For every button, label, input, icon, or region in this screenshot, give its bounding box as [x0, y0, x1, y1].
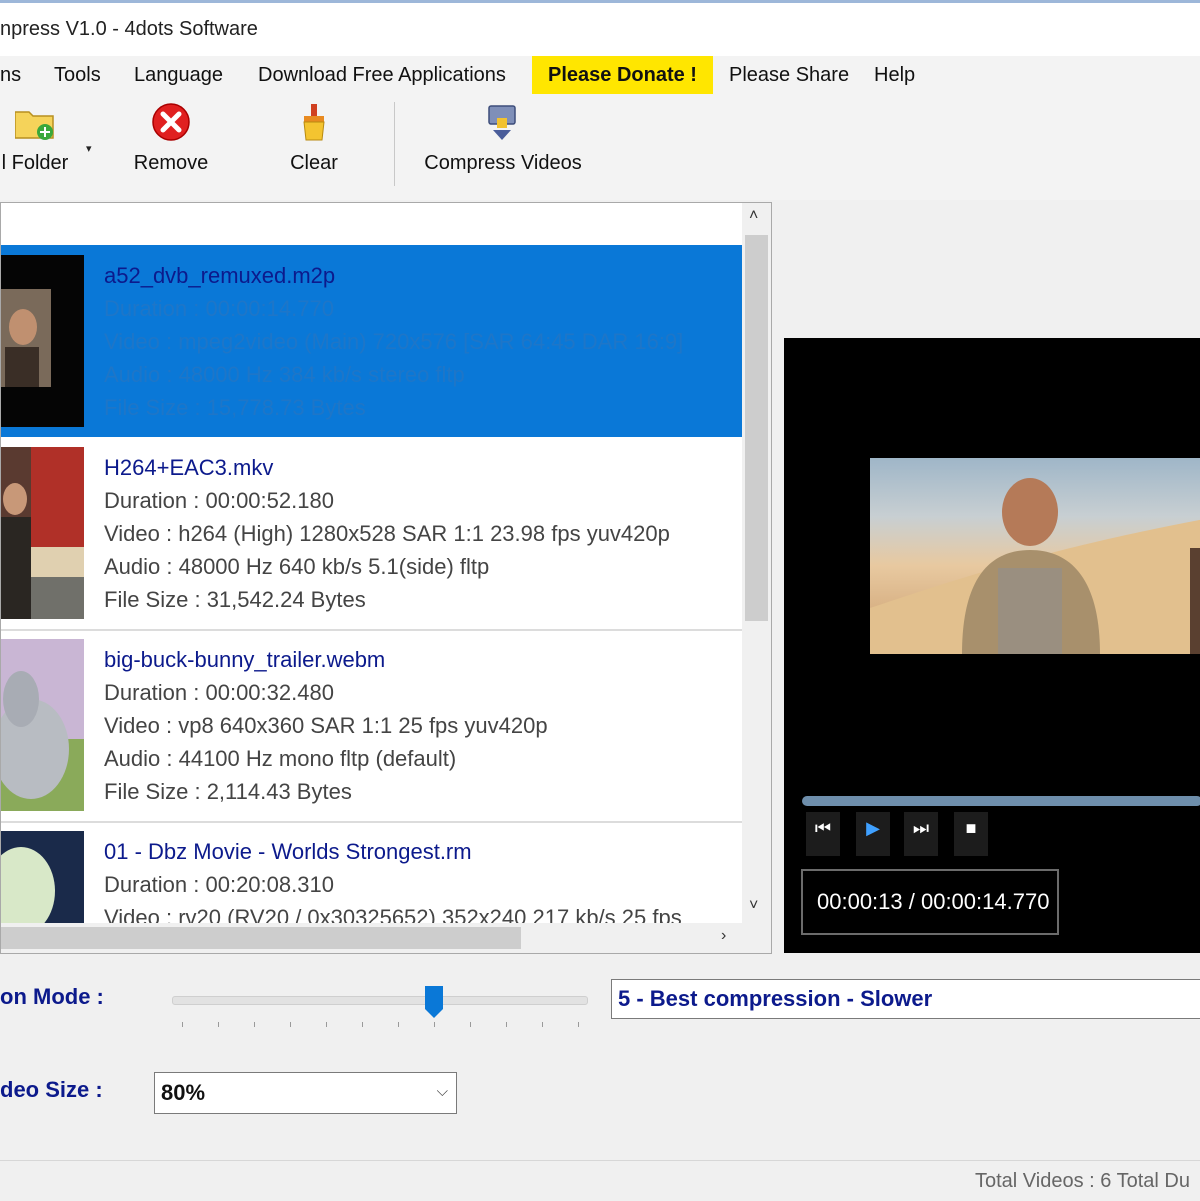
slider-tick — [290, 1022, 291, 1027]
slider-tick — [434, 1022, 435, 1027]
status-text: Total Videos : 6 Total Du — [975, 1170, 1190, 1192]
list-item[interactable]: big-buck-bunny_trailer.webm Duration : 0… — [1, 629, 742, 821]
stop-button[interactable]: ■ — [954, 812, 988, 856]
add-folder-dropdown-icon[interactable]: ▾ — [86, 142, 92, 155]
compression-mode-value: 5 - Best compression - Slower — [618, 986, 933, 1011]
scroll-up-icon[interactable]: ˄ — [749, 207, 758, 225]
menu-bar: ns Tools Language Download Free Applicat… — [0, 56, 1200, 94]
remove-x-icon — [151, 102, 191, 142]
list-item[interactable]: 01 - Dbz Movie - Worlds Strongest.rm Dur… — [1, 821, 742, 923]
video-filename: 01 - Dbz Movie - Worlds Strongest.rm — [104, 839, 472, 864]
previous-button[interactable]: ⏮ — [806, 812, 840, 856]
video-info: 01 - Dbz Movie - Worlds Strongest.rm Dur… — [104, 835, 682, 923]
video-filename: big-buck-bunny_trailer.webm — [104, 647, 386, 672]
file-size: File Size : 15,778.73 Bytes — [104, 395, 366, 420]
video-stream: Video : vp8 640x360 SAR 1:1 25 fps yuv42… — [104, 713, 548, 738]
menu-tools[interactable]: Tools — [54, 56, 101, 94]
video-filename: a52_dvb_remuxed.m2p — [104, 263, 336, 288]
video-duration: Duration : 00:20:08.310 — [104, 872, 334, 897]
add-folder-button[interactable]: l Folder — [0, 102, 70, 175]
slider-tick — [398, 1022, 399, 1027]
compression-mode-slider-thumb[interactable] — [425, 986, 443, 1018]
menu-help[interactable]: Help — [874, 56, 915, 94]
menu-please-share[interactable]: Please Share — [729, 56, 849, 94]
clear-label: Clear — [290, 152, 338, 174]
video-size-value: 80% — [161, 1080, 206, 1105]
menu-language[interactable]: Language — [134, 56, 223, 94]
video-stream: Video : h264 (High) 1280x528 SAR 1:1 23.… — [104, 521, 670, 546]
video-stream: Video : rv20 (RV20 / 0x30325652) 352x240… — [104, 905, 682, 923]
list-item[interactable]: H264+EAC3.mkv Duration : 00:00:52.180 Vi… — [1, 437, 742, 629]
stop-icon: ■ — [965, 818, 977, 838]
video-size-select[interactable]: 80% ⌵ — [154, 1072, 457, 1114]
list-item[interactable]: a52_dvb_remuxed.m2p Duration : 00:00:14.… — [1, 245, 742, 437]
video-thumbnail — [1, 255, 84, 427]
compress-videos-button[interactable]: Compress Videos — [423, 102, 583, 175]
add-folder-label: l Folder — [1, 152, 69, 174]
slider-tick — [326, 1022, 327, 1027]
remove-button[interactable]: Remove — [130, 102, 212, 175]
slider-tick — [470, 1022, 471, 1027]
video-duration: Duration : 00:00:14.770 — [104, 296, 334, 321]
status-bar: Total Videos : 6 Total Du — [0, 1160, 1200, 1201]
menu-options[interactable]: ns — [0, 56, 21, 94]
video-thumbnail — [1, 447, 84, 619]
clear-brush-icon — [294, 102, 334, 142]
slider-tick — [218, 1022, 219, 1027]
audio-stream: Audio : 44100 Hz mono fltp (default) — [104, 746, 457, 771]
compress-videos-label: Compress Videos — [424, 152, 582, 174]
toolbar-separator — [394, 102, 395, 186]
video-thumbnail — [1, 831, 84, 923]
playback-progress-bar[interactable] — [802, 796, 1200, 806]
file-size: File Size : 2,114.43 Bytes — [104, 779, 352, 804]
clear-button[interactable]: Clear — [286, 102, 342, 175]
audio-stream: Audio : 48000 Hz 640 kb/s 5.1(side) fltp — [104, 554, 490, 579]
video-size-label: deo Size : — [0, 1077, 103, 1102]
video-filename: H264+EAC3.mkv — [104, 455, 274, 480]
video-thumbnail — [1, 639, 84, 811]
slider-tick — [254, 1022, 255, 1027]
folder-add-icon — [14, 102, 55, 142]
video-preview-frame — [870, 458, 1200, 654]
slider-tick — [542, 1022, 543, 1027]
play-icon: ▶ — [866, 818, 880, 838]
video-player: ⏮ ▶ ⏭ ■ 00:00:13 / 00:00:14.770 — [784, 338, 1200, 953]
slider-tick — [506, 1022, 507, 1027]
video-list[interactable]: a52_dvb_remuxed.m2p Duration : 00:00:14.… — [0, 202, 772, 954]
video-info: a52_dvb_remuxed.m2p Duration : 00:00:14.… — [104, 259, 683, 424]
video-info: H264+EAC3.mkv Duration : 00:00:52.180 Vi… — [104, 451, 670, 616]
scroll-right-icon[interactable]: › — [721, 927, 726, 945]
play-button[interactable]: ▶ — [856, 812, 890, 856]
compression-mode-label: on Mode : — [0, 984, 104, 1009]
slider-tick — [578, 1022, 579, 1027]
compression-mode-display: 5 - Best compression - Slower — [611, 979, 1200, 1019]
compress-videos-icon — [483, 102, 523, 142]
scroll-down-icon[interactable]: ˅ — [749, 897, 758, 915]
remove-label: Remove — [133, 152, 209, 174]
skip-previous-icon: ⏮ — [814, 818, 832, 838]
vertical-scroll-thumb[interactable] — [745, 235, 768, 621]
slider-tick — [182, 1022, 183, 1027]
video-duration: Duration : 00:00:52.180 — [104, 488, 334, 513]
compression-mode-slider[interactable] — [172, 996, 588, 1005]
audio-stream: Audio : 48000 Hz 384 kb/s stereo fltp — [104, 362, 465, 387]
file-size: File Size : 31,542.24 Bytes — [104, 587, 366, 612]
title-bar: npress V1.0 - 4dots Software — [0, 0, 1200, 56]
menu-download-free-applications[interactable]: Download Free Applications — [258, 56, 506, 94]
time-display: 00:00:13 / 00:00:14.770 — [801, 869, 1059, 935]
next-button[interactable]: ⏭ — [904, 812, 938, 856]
slider-tick — [362, 1022, 363, 1027]
horizontal-scroll-thumb[interactable] — [1, 927, 521, 949]
video-duration: Duration : 00:00:32.480 — [104, 680, 334, 705]
video-stream: Video : mpeg2video (Main) 720x576 [SAR 6… — [104, 329, 684, 354]
toolbar: l Folder ▾ Remove Clear Compress Videos — [0, 94, 1200, 200]
window-title: npress V1.0 - 4dots Software — [0, 18, 258, 40]
video-info: big-buck-bunny_trailer.webm Duration : 0… — [104, 643, 548, 808]
chevron-down-icon: ⌵ — [436, 1083, 448, 1100]
menu-please-donate[interactable]: Please Donate ! — [532, 56, 713, 94]
skip-next-icon: ⏭ — [912, 818, 930, 838]
time-text: 00:00:13 / 00:00:14.770 — [817, 889, 1050, 914]
